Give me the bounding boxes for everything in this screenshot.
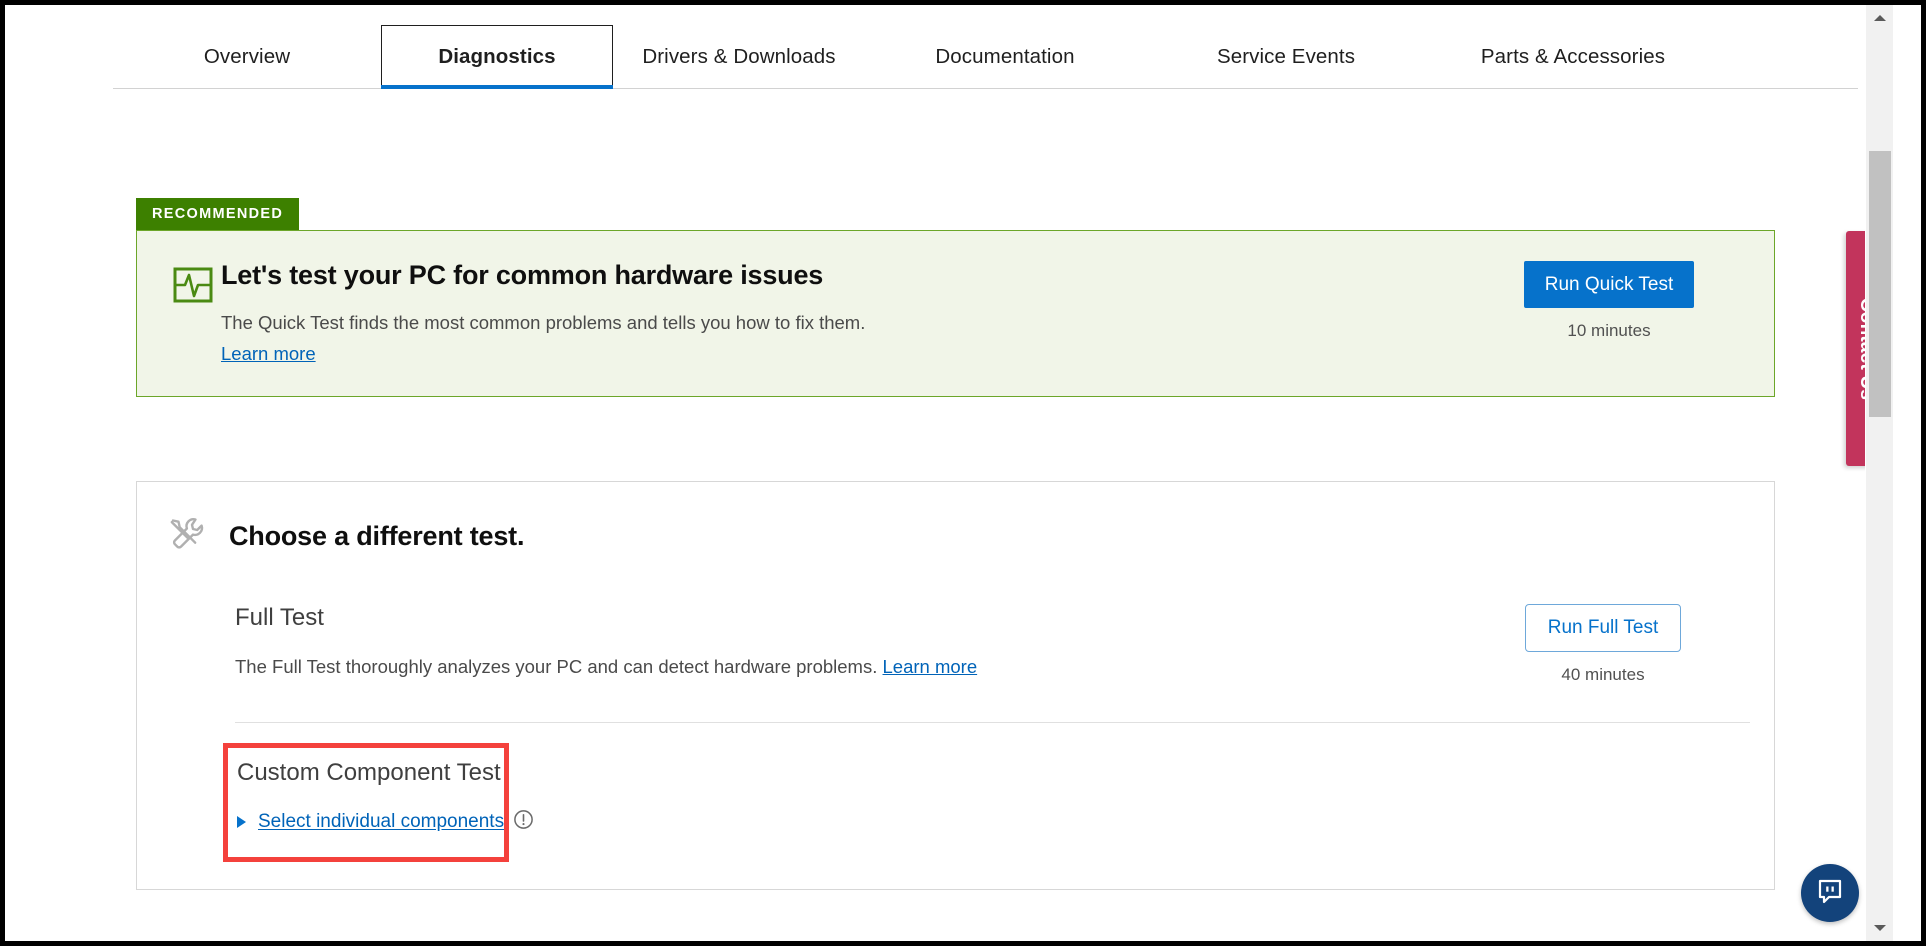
page-scrollbar[interactable]	[1865, 5, 1893, 941]
tab-label: Documentation	[935, 45, 1074, 69]
quick-test-title: Let's test your PC for common hardware i…	[221, 259, 1444, 291]
choose-test-header: Choose a different test.	[137, 482, 1774, 562]
chat-bubble-button[interactable]	[1801, 864, 1859, 922]
tools-icon	[165, 511, 229, 562]
tab-overview[interactable]: Overview	[113, 25, 381, 88]
tab-label: Overview	[204, 45, 290, 69]
chevron-up-icon	[1874, 15, 1886, 21]
recommended-section: RECOMMENDED Let's test your PC for commo…	[136, 198, 1775, 397]
tab-drivers-downloads[interactable]: Drivers & Downloads	[613, 25, 865, 88]
quick-test-duration: 10 minutes	[1444, 321, 1774, 341]
chat-bubble-icon	[1814, 875, 1846, 912]
tab-parts-accessories[interactable]: Parts & Accessories	[1427, 25, 1719, 88]
chevron-down-icon	[1874, 925, 1886, 931]
full-test-description: The Full Test thoroughly analyzes your P…	[235, 656, 1460, 678]
quick-test-learn-more-link[interactable]: Learn more	[221, 343, 316, 365]
choose-test-title: Choose a different test.	[229, 521, 524, 552]
tab-diagnostics[interactable]: Diagnostics	[381, 25, 613, 88]
quick-test-description: The Quick Test finds the most common pro…	[221, 311, 1444, 335]
tab-label: Service Events	[1217, 45, 1355, 69]
custom-component-highlight-box	[223, 743, 509, 862]
tab-documentation[interactable]: Documentation	[865, 25, 1145, 88]
card-divider	[235, 722, 1750, 723]
quick-test-text: Let's test your PC for common hardware i…	[221, 257, 1444, 365]
browser-screenshot: Overview Diagnostics Drivers & Downloads…	[0, 0, 1926, 946]
scrollbar-thumb[interactable]	[1869, 151, 1891, 417]
quick-test-card: Let's test your PC for common hardware i…	[136, 230, 1775, 397]
product-support-tabs: Overview Diagnostics Drivers & Downloads…	[113, 25, 1858, 89]
scrollbar-down-button[interactable]	[1866, 917, 1893, 939]
tab-label: Diagnostics	[438, 45, 555, 69]
scrollbar-up-button[interactable]	[1866, 7, 1893, 29]
full-test-learn-more-link[interactable]: Learn more	[883, 656, 978, 677]
full-test-name: Full Test	[235, 604, 1460, 632]
full-test-text: Full Test The Full Test thoroughly analy…	[235, 604, 1460, 678]
tab-label: Parts & Accessories	[1481, 45, 1665, 69]
recommended-badge: RECOMMENDED	[136, 198, 299, 230]
page-viewport: Overview Diagnostics Drivers & Downloads…	[5, 5, 1893, 941]
exclamation-circle-icon[interactable]	[513, 809, 534, 835]
full-test-description-text: The Full Test thoroughly analyzes your P…	[235, 656, 877, 677]
tab-label: Drivers & Downloads	[642, 45, 835, 69]
pulse-monitor-icon	[137, 257, 221, 311]
run-quick-test-button[interactable]: Run Quick Test	[1524, 261, 1694, 309]
full-test-row: Full Test The Full Test thoroughly analy…	[137, 604, 1774, 685]
run-full-test-button[interactable]: Run Full Test	[1525, 604, 1682, 652]
tab-service-events[interactable]: Service Events	[1145, 25, 1427, 88]
quick-test-action: Run Quick Test 10 minutes	[1444, 257, 1774, 342]
full-test-duration: 40 minutes	[1460, 665, 1746, 685]
full-test-action: Run Full Test 40 minutes	[1460, 604, 1746, 685]
